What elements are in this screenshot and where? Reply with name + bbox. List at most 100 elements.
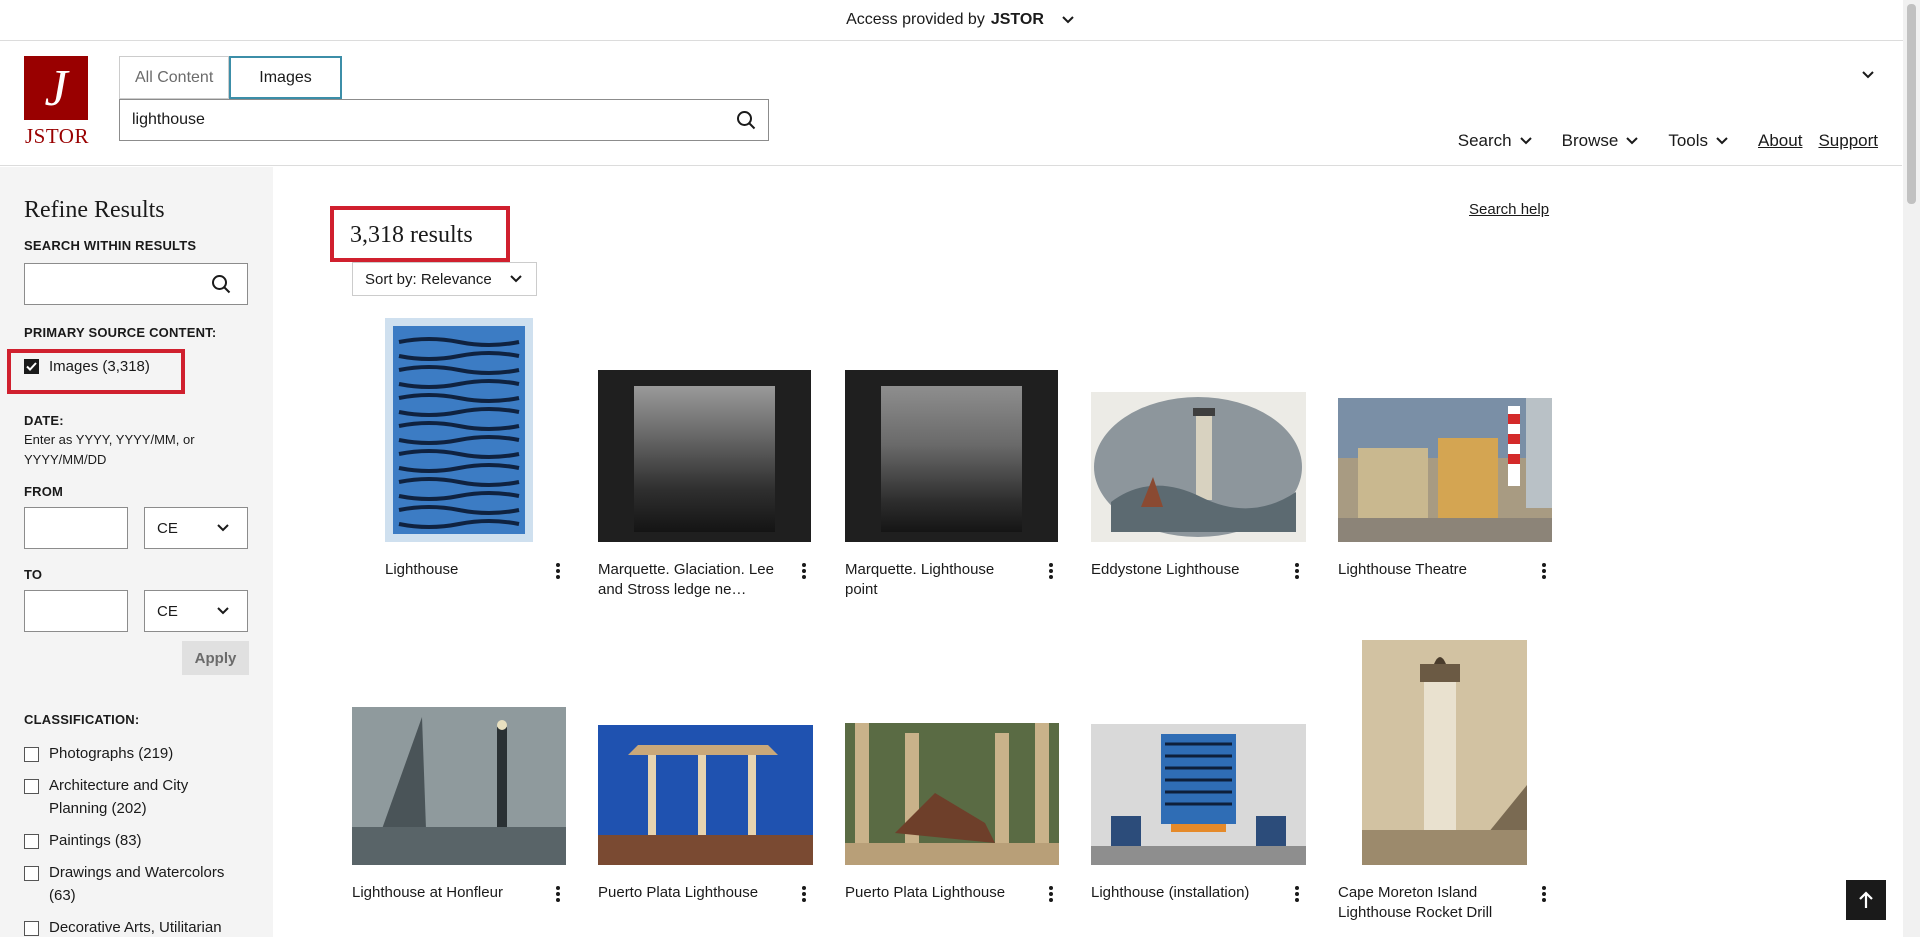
to-row: CE [24,590,249,632]
thumbnail-area[interactable] [1091,318,1306,542]
page-scrollbar[interactable] [1903,0,1920,937]
result-title[interactable]: Cape Moreton Island Lighthouse Rocket Dr… [1338,883,1523,923]
classification-item[interactable]: Drawings and Watercolors (63) [24,861,249,907]
nav-support-link[interactable]: Support [1818,131,1878,151]
result-thumbnail[interactable] [385,318,533,542]
classification-item[interactable]: Paintings (83) [24,829,249,852]
lighthouse-honfleur-image-icon [352,707,566,865]
thumbnail-area[interactable] [598,640,813,865]
more-options-icon[interactable] [795,560,813,579]
results-count: 3,318 results [350,222,473,248]
result-card[interactable]: Marquette. Lighthouse point [845,318,1060,600]
classification-checkbox[interactable] [24,747,39,762]
content-tabs: All Content Images [119,56,342,99]
result-card[interactable]: Puerto Plata Lighthouse [598,640,813,903]
thumbnail-area[interactable] [1338,640,1553,865]
result-title[interactable]: Lighthouse at Honfleur [352,883,537,903]
result-title[interactable]: Marquette. Glaciation. Lee and Stross le… [598,560,783,600]
nav-tools[interactable]: Tools [1668,131,1728,151]
to-era-value: CE [157,602,178,620]
result-card[interactable]: Lighthouse Theatre [1338,318,1553,580]
sort-select[interactable]: Sort by: Relevance [352,262,537,296]
result-thumbnail[interactable] [1091,724,1306,865]
result-card[interactable]: Puerto Plata Lighthouse [845,640,1060,903]
classification-checkbox[interactable] [24,866,39,881]
result-card[interactable]: Lighthouse [352,318,567,580]
thumbnail-area[interactable] [352,318,567,542]
more-options-icon[interactable] [549,883,567,902]
account-chevron-down-icon[interactable] [1862,71,1874,79]
to-era-select[interactable]: CE [144,590,248,632]
result-thumbnail[interactable] [352,707,566,865]
more-options-icon[interactable] [1042,883,1060,902]
result-card[interactable]: Lighthouse at Honfleur [352,640,567,903]
from-label: FROM [24,484,64,499]
result-title[interactable]: Marquette. Lighthouse point [845,560,1030,600]
nav-browse[interactable]: Browse [1562,131,1639,151]
jstor-logo[interactable]: J JSTOR [24,56,90,148]
to-date-input[interactable] [24,590,128,632]
result-card[interactable]: Eddystone Lighthouse [1091,318,1306,580]
result-thumbnail[interactable] [1362,640,1527,865]
result-thumbnail[interactable] [598,370,811,542]
classification-label-text: Paintings (83) [49,832,142,849]
lighthouse-theatre-image-icon [1338,398,1552,542]
result-card[interactable]: Marquette. Glaciation. Lee and Stross le… [598,318,813,600]
result-title[interactable]: Puerto Plata Lighthouse [845,883,1030,903]
chevron-down-icon[interactable] [1062,16,1074,24]
tab-images[interactable]: Images [229,56,342,99]
more-options-icon[interactable] [1288,883,1306,902]
classification-item[interactable]: Architecture and City Planning (202) [24,774,249,820]
nav-search[interactable]: Search [1458,131,1532,151]
result-title[interactable]: Puerto Plata Lighthouse [598,883,783,903]
result-thumbnail[interactable] [1338,398,1552,542]
from-date-input[interactable] [24,507,128,549]
result-card[interactable]: Lighthouse (installation) [1091,640,1306,903]
more-options-icon[interactable] [1535,883,1553,902]
more-options-icon[interactable] [1288,560,1306,579]
classification-checkbox[interactable] [24,779,39,794]
search-icon[interactable] [211,274,231,294]
result-thumbnail[interactable] [598,725,813,865]
from-era-select[interactable]: CE [144,507,248,549]
search-within-label: SEARCH WITHIN RESULTS [24,238,197,253]
primary-source-label: PRIMARY SOURCE CONTENT: [24,325,217,340]
thumbnail-area[interactable] [845,640,1060,865]
result-title[interactable]: Lighthouse Theatre [1338,560,1523,580]
scrollbar-thumb[interactable] [1907,4,1916,204]
search-input[interactable]: lighthouse [119,99,769,141]
search-within-input[interactable] [24,263,248,305]
classification-checkbox[interactable] [24,834,39,849]
more-options-icon[interactable] [1535,560,1553,579]
result-thumbnail[interactable] [845,370,1058,542]
result-title[interactable]: Eddystone Lighthouse [1091,560,1276,580]
card-title-row: Lighthouse at Honfleur [352,883,567,903]
result-thumbnail[interactable] [1091,392,1306,542]
result-card[interactable]: Cape Moreton Island Lighthouse Rocket Dr… [1338,640,1553,923]
nav-about-link[interactable]: About [1758,131,1802,151]
thumbnail-area[interactable] [845,318,1060,542]
result-thumbnail[interactable] [845,723,1059,865]
classification-checkbox[interactable] [24,921,39,936]
installation-image-icon [1091,724,1306,865]
apply-button[interactable]: Apply [182,641,249,675]
tab-all-content[interactable]: All Content [119,56,230,99]
search-icon[interactable] [736,110,756,130]
more-options-icon[interactable] [795,883,813,902]
nav-browse-label: Browse [1561,131,1619,150]
thumbnail-area[interactable] [1091,640,1306,865]
search-help-link[interactable]: Search help [1469,201,1549,218]
thumbnail-area[interactable] [1338,318,1553,542]
more-options-icon[interactable] [1042,560,1060,579]
more-options-icon[interactable] [549,560,567,579]
result-title[interactable]: Lighthouse [352,560,537,580]
classification-item[interactable]: Decorative Arts, Utilitarian [24,916,249,937]
access-banner[interactable]: Access provided by JSTOR [0,0,1920,41]
card-title-row: Lighthouse Theatre [1338,560,1553,580]
result-title[interactable]: Lighthouse (installation) [1091,883,1276,903]
thumbnail-area[interactable] [352,640,567,865]
back-to-top-button[interactable] [1846,880,1886,920]
classification-item[interactable]: Photographs (219) [24,742,249,765]
date-label: DATE: [24,413,64,428]
thumbnail-area[interactable] [598,318,813,542]
